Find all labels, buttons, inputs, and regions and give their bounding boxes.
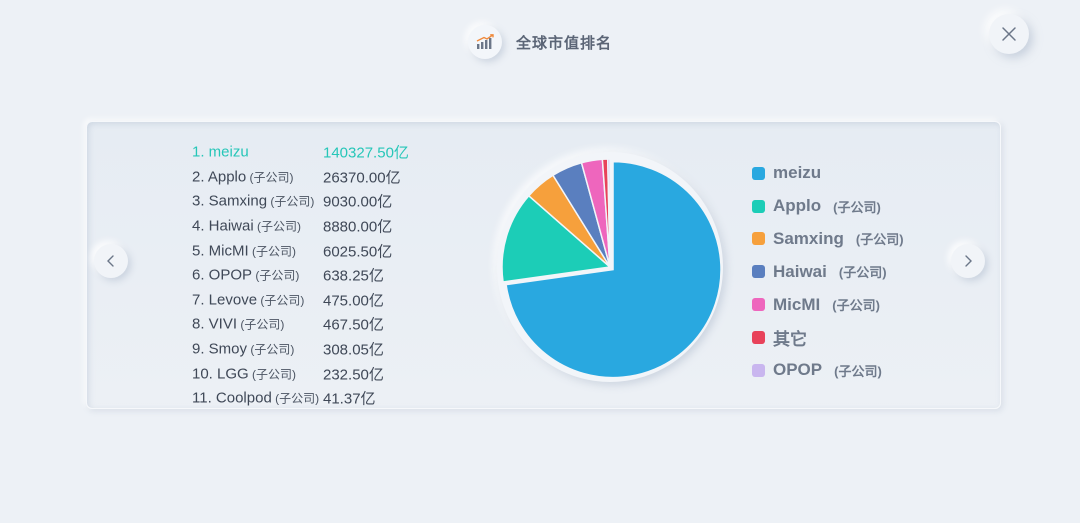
legend-label: OPOP [773,360,823,380]
ranking-company: 8. VIVI [192,315,238,333]
ranking-value: 638.25亿 [323,267,384,285]
legend-label: Haiwai [773,261,827,281]
legend-item[interactable]: Haiwai (子公司) [752,255,982,288]
legend-item[interactable]: Samxing (子公司) [752,223,982,256]
legend-suffix: (子公司) [832,298,880,314]
ranking-company: 11. Coolpod [192,389,272,407]
ranking-suffix: (子公司) [252,268,300,283]
ranking-row[interactable]: 3. Samxing (子公司) 9030.00亿 [192,189,432,214]
ranking-name: 10. LGG (子公司) [192,365,296,382]
ranking-row[interactable]: 7. Levove (子公司) 475.00亿 [192,288,432,313]
ranking-company: 1. meizu [192,143,249,161]
ranking-value: 308.05亿 [323,341,384,359]
ranking-row[interactable]: 2. Applo (子公司) 26370.00亿 [192,165,432,190]
ranking-row[interactable]: 8. VIVI (子公司) 467.50亿 [192,312,432,337]
chart-legend: meizu Applo (子公司) Samxing (子公司) Haiwai (子公司) Mi… [752,157,982,387]
legend-suffix: (子公司) [838,265,887,281]
ranking-company: 3. Samxing [192,192,268,210]
close-icon [1002,27,1016,41]
header: 全球市值排名 [0,22,1080,62]
legend-swatch [752,298,765,312]
legend-label: Applo [773,196,822,216]
ranking-company: 6. OPOP [192,266,253,284]
legend-swatch [752,166,765,180]
ranking-suffix: (子公司) [257,293,305,308]
ranking-company: 7. Levove [192,291,258,309]
ranking-value: 475.00亿 [323,292,384,310]
ranking-suffix: (子公司) [267,194,315,209]
legend-label: meizu [773,163,822,183]
ranking-name: 6. OPOP (子公司) [192,267,299,284]
ranking-row[interactable]: 6. OPOP (子公司) 638.25亿 [192,263,432,288]
ranking-value: 9030.00亿 [323,193,393,211]
legend-suffix: (子公司) [855,232,904,248]
legend-swatch [752,199,765,213]
legend-swatch [752,265,765,279]
ranking-name: 4. Haiwai (子公司) [192,218,301,235]
ranking-suffix: (子公司) [271,391,320,406]
chevron-left-icon [107,255,114,267]
prev-button[interactable] [94,244,128,278]
ranking-name: 1. meizu [192,144,249,161]
legend-label: MicMI [773,294,821,314]
legend-label: Samxing [773,228,844,248]
close-button[interactable] [989,14,1029,54]
ranking-value: 26370.00亿 [323,169,401,187]
ranking-row[interactable]: 9. Smoy (子公司) 308.05亿 [192,337,432,362]
ranking-company: 5. MicMI [192,242,249,260]
legend-item[interactable]: 其它 [752,321,982,354]
ranking-value: 6025.50亿 [323,243,393,261]
ranking-suffix: (子公司) [248,244,296,259]
ranking-name: 8. VIVI (子公司) [192,316,284,333]
legend-suffix: (子公司) [833,199,881,215]
ranking-name: 3. Samxing (子公司) [192,193,314,210]
ranking-name: 9. Smoy (子公司) [192,341,294,358]
ranking-row[interactable]: 4. Haiwai (子公司) 8880.00亿 [192,214,432,239]
legend-swatch [752,330,765,344]
legend-item[interactable]: MicMI (子公司) [752,288,982,321]
ranking-company: 10. LGG [192,365,249,383]
ranking-list: 1. meizu 140327.50亿 2. Applo (子公司) 26370.00… [192,140,432,411]
page-title: 全球市值排名 [515,34,612,52]
ranking-name: 11. Coolpod (子公司) [192,390,319,407]
ranking-value: 8880.00亿 [323,218,393,236]
ranking-company: 9. Smoy [192,340,248,358]
ranking-suffix: (子公司) [237,317,285,332]
legend-swatch [752,232,765,246]
ranking-suffix: (子公司) [246,170,294,185]
ranking-suffix: (子公司) [247,342,295,357]
ranking-value: 41.37亿 [323,390,376,408]
ranking-value: 467.50亿 [323,316,384,334]
ranking-name: 2. Applo (子公司) [192,168,294,185]
pie-chart [497,152,723,382]
legend-suffix: (子公司) [834,363,882,379]
ranking-suffix: (子公司) [248,367,297,382]
legend-label: 其它 [773,329,807,349]
ranking-suffix: (子公司) [253,219,302,234]
ranking-row[interactable]: 11. Coolpod (子公司) 41.37亿 [192,386,432,411]
ranking-row[interactable]: 10. LGG (子公司) 232.50亿 [192,361,432,386]
ranking-value: 140327.50亿 [323,144,409,162]
legend-item[interactable]: meizu [752,157,982,190]
ranking-name: 5. MicMI (子公司) [192,242,296,259]
ranking-name: 7. Levove (子公司) [192,291,304,308]
legend-swatch [752,363,765,377]
ranking-row[interactable]: 1. meizu 140327.50亿 [192,140,432,165]
ranking-company: 2. Applo [192,168,247,186]
market-cap-ranking-screen: 全球市值排名 1. meizu 140327.50亿 2. Applo (子公司) 2… [0,0,1080,523]
legend-item[interactable]: OPOP (子公司) [752,354,982,387]
ranking-value: 232.50亿 [323,366,384,384]
pie-chart-svg [501,158,722,379]
bar-chart-rising-icon [467,25,502,59]
legend-item[interactable]: Applo (子公司) [752,190,982,223]
ranking-row[interactable]: 5. MicMI (子公司) 6025.50亿 [192,238,432,263]
ranking-company: 4. Haiwai [192,217,254,235]
